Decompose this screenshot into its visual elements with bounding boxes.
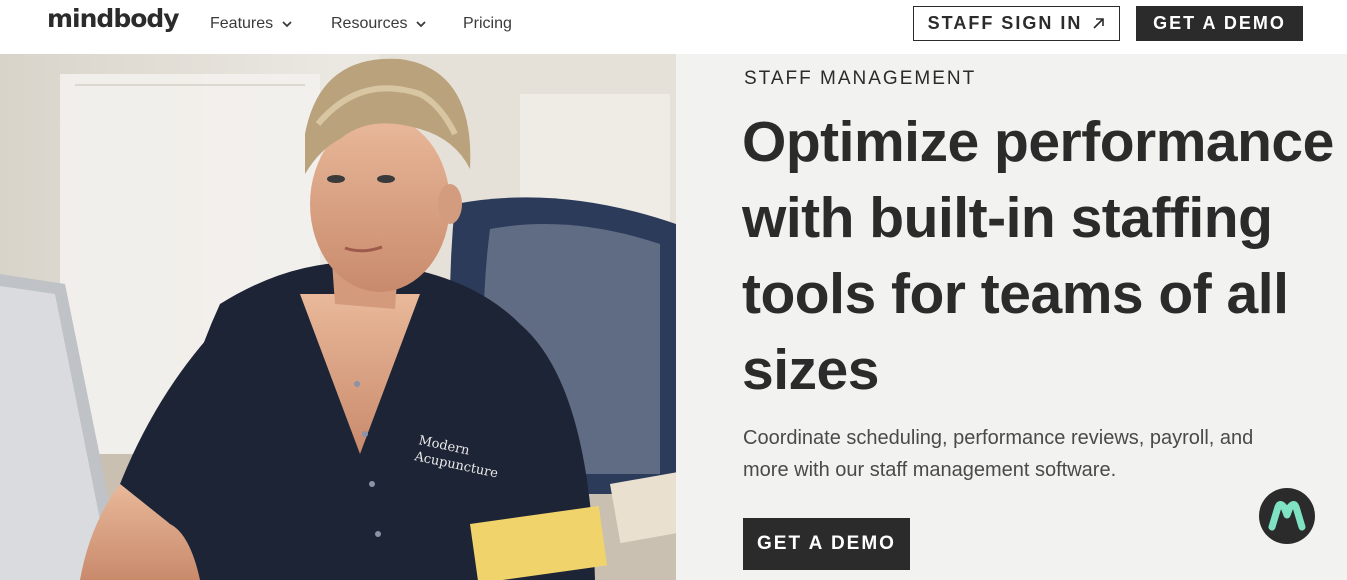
nav-item-features[interactable]: Features bbox=[210, 15, 293, 33]
staff-sign-in-label: STAFF SIGN IN bbox=[927, 13, 1083, 33]
chevron-down-icon bbox=[282, 21, 292, 28]
m-logo-icon bbox=[1268, 501, 1306, 531]
woman-at-computer-illustration: Modern Acupuncture bbox=[0, 54, 676, 580]
nav-item-resources[interactable]: Resources bbox=[331, 15, 427, 33]
mindbody-logo[interactable]: mindbody bbox=[47, 4, 180, 33]
nav-get-demo-button[interactable]: GET A DEMO bbox=[1136, 6, 1303, 41]
chat-widget-button[interactable] bbox=[1259, 488, 1315, 544]
nav-item-pricing-label: Pricing bbox=[463, 15, 512, 32]
external-link-arrow-icon bbox=[1093, 18, 1105, 29]
nav-item-features-label: Features bbox=[210, 15, 274, 32]
hero-headline: Optimize performance with built-in staff… bbox=[742, 110, 1334, 402]
hero-eyebrow: STAFF MANAGEMENT bbox=[744, 68, 977, 89]
staff-sign-in-button[interactable]: STAFF SIGN IN bbox=[913, 6, 1120, 41]
nav-item-pricing[interactable]: Pricing bbox=[463, 15, 512, 33]
top-navbar: mindbody Features Resources Pricing STAF… bbox=[0, 0, 1347, 54]
chevron-down-icon bbox=[416, 21, 427, 28]
hero-photo: Modern Acupuncture bbox=[0, 54, 676, 580]
nav-item-resources-label: Resources bbox=[331, 15, 408, 32]
hero-text-panel: STAFF MANAGEMENT Optimize performance wi… bbox=[676, 54, 1347, 580]
hero-get-demo-button[interactable]: GET A DEMO bbox=[743, 518, 910, 570]
hero-subtext: Coordinate scheduling, performance revie… bbox=[743, 427, 1254, 481]
